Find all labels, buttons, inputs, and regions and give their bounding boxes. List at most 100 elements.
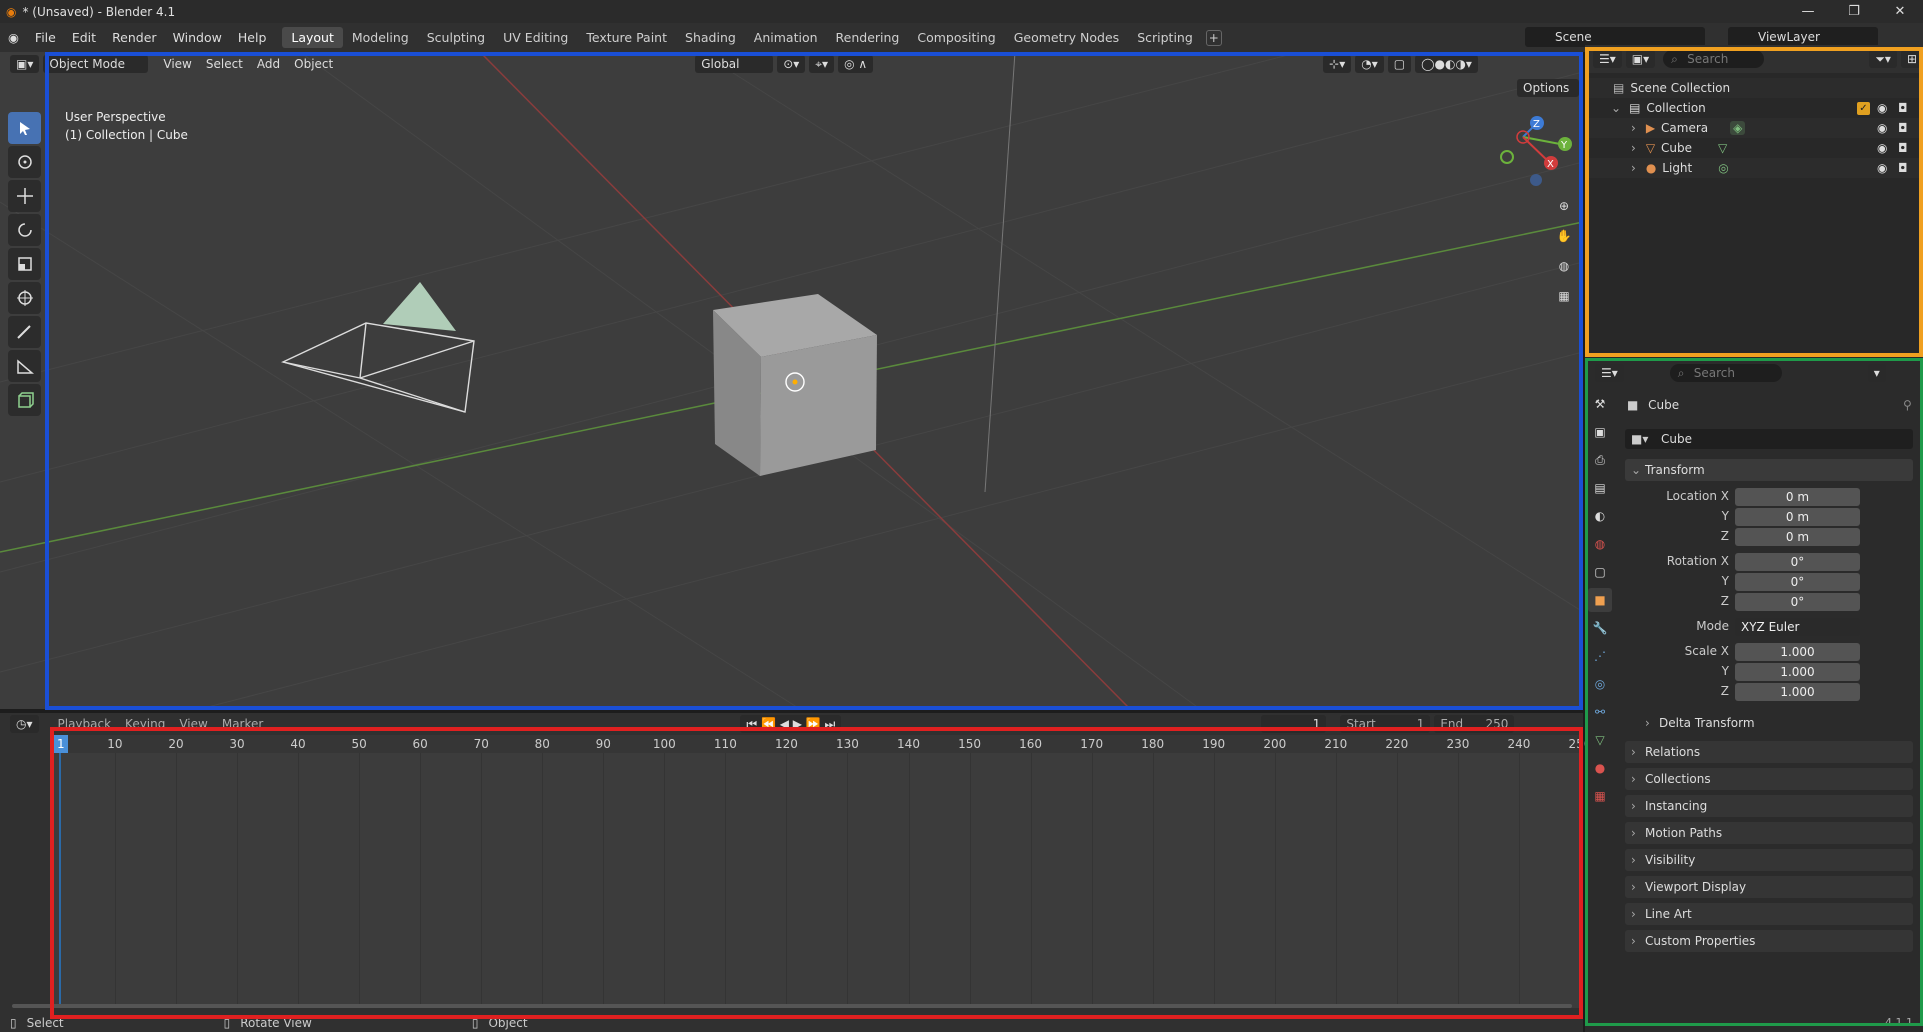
add-workspace-button[interactable]: + (1205, 29, 1222, 46)
outliner-editor-type-icon[interactable]: ☰▾ (1593, 50, 1622, 68)
line-art-panel[interactable]: › Line Art (1625, 903, 1913, 925)
proportional-edit-icon[interactable]: ◎ ∧ (838, 55, 874, 73)
instancing-panel[interactable]: › Instancing (1625, 795, 1913, 817)
end-frame-field[interactable]: End 250 (1434, 715, 1515, 733)
tool-tab-icon[interactable]: ⚒ (1588, 392, 1612, 416)
frame-ruler[interactable]: 1 10 20 30 40 50 60 70 80 90 100 110 120 130 140 150 16… (50, 735, 1591, 753)
scale-z-field[interactable]: 1.000 (1735, 683, 1860, 701)
data-tab-icon[interactable]: ▽ (1588, 728, 1612, 752)
pivot-icon[interactable]: ⊙▾ (777, 55, 806, 73)
menu-edit[interactable]: Edit (64, 30, 104, 45)
custom-properties-panel[interactable]: › Custom Properties (1625, 930, 1913, 952)
menu-window[interactable]: Window (165, 30, 230, 45)
3d-viewport[interactable]: Z Y X ▣▾ Object Mode View Select Add Obj… (0, 52, 1583, 709)
visibility-eye-icon[interactable]: ◉ (1877, 121, 1887, 135)
cursor-tool-icon[interactable] (8, 146, 41, 178)
transform-orientation-dropdown[interactable]: Global (695, 55, 774, 73)
timeline-scrollbar[interactable] (12, 1004, 1572, 1008)
current-frame-field[interactable]: 1 (1261, 715, 1327, 733)
collections-panel[interactable]: › Collections (1625, 768, 1913, 790)
pin-icon[interactable]: ⚲ (1903, 398, 1912, 412)
rotation-mode-dropdown[interactable]: XYZ Euler (1735, 618, 1860, 636)
motion-paths-panel[interactable]: › Motion Paths (1625, 822, 1913, 844)
tab-texture-paint[interactable]: Texture Paint (577, 27, 676, 48)
object-mode-dropdown[interactable]: Object Mode (43, 55, 149, 73)
view-layer-selector[interactable]: ViewLayer (1728, 27, 1878, 47)
viewport-menu-add[interactable]: Add (250, 57, 287, 71)
object-tab-icon[interactable]: ■ (1588, 588, 1612, 612)
timeline-editor[interactable]: ◷▾ Playback Keying View Marker ⏮ ⏪ ◀ ▶ ⏩… (0, 713, 1591, 1013)
menu-file[interactable]: File (27, 30, 64, 45)
viewport-menu-object[interactable]: Object (287, 57, 340, 71)
viewport-menu-select[interactable]: Select (199, 57, 250, 71)
properties-editor[interactable]: ☰▾ ⌕ Search ▾ ⚒ ▣ ⎙ ▤ ◐ ◍ ▢ ■ 🔧 ⋰ ◎ ⚯ ▽ ●… (1585, 360, 1923, 1032)
outliner-row-collection[interactable]: ⌄ ▤ Collection ✓ ◉ ◘ (1585, 98, 1923, 118)
timeline-menu-view[interactable]: View (172, 717, 214, 731)
exclude-checkbox-icon[interactable]: ✓ (1857, 101, 1870, 115)
editor-type-button[interactable]: ▣▾ (10, 55, 40, 73)
tab-shading[interactable]: Shading (676, 27, 745, 48)
timeline-editor-type-icon[interactable]: ◷▾ (10, 715, 39, 733)
tab-modeling[interactable]: Modeling (343, 27, 418, 48)
render-camera-icon[interactable]: ◘ (1898, 141, 1908, 155)
expand-arrow-icon[interactable]: › (1631, 141, 1636, 155)
transform-panel-header[interactable]: ⌄ Transform (1625, 459, 1913, 481)
visibility-eye-icon[interactable]: ◉ (1877, 161, 1887, 175)
expand-arrow-icon[interactable]: › (1631, 161, 1636, 175)
tab-scripting[interactable]: Scripting (1128, 27, 1202, 48)
rotation-y-field[interactable]: 0° (1735, 573, 1860, 591)
add-cube-tool-icon[interactable] (8, 384, 41, 416)
menu-help[interactable]: Help (230, 30, 275, 45)
physics-tab-icon[interactable]: ◎ (1588, 672, 1612, 696)
world-tab-icon[interactable]: ◍ (1588, 532, 1612, 556)
visibility-eye-icon[interactable]: ◉ (1877, 101, 1887, 115)
gizmo-toggle-icon[interactable]: ⊹▾ (1323, 55, 1352, 73)
properties-options-icon[interactable]: ▾ (1867, 364, 1886, 382)
menu-render[interactable]: Render (104, 30, 165, 45)
select-box-tool-icon[interactable] (8, 112, 41, 144)
tab-layout[interactable]: Layout (282, 27, 343, 48)
start-frame-label[interactable]: Start 1 (1340, 715, 1431, 733)
display-mode-icon[interactable]: ▣▾ (1625, 50, 1656, 68)
properties-editor-type-icon[interactable]: ☰▾ (1595, 364, 1624, 382)
scale-x-field[interactable]: 1.000 (1735, 643, 1860, 661)
annotate-tool-icon[interactable] (8, 316, 41, 348)
modifier-tab-icon[interactable]: 🔧 (1588, 616, 1612, 640)
tab-rendering[interactable]: Rendering (827, 27, 909, 48)
viewport-menu-view[interactable]: View (156, 57, 198, 71)
playback-controls[interactable]: ⏮ ⏪ ◀ ▶ ⏩ ⏭ (740, 715, 842, 733)
tab-uv-editing[interactable]: UV Editing (494, 27, 577, 48)
properties-search-input[interactable]: ⌕ Search (1669, 364, 1782, 382)
rotation-z-field[interactable]: 0° (1735, 593, 1860, 611)
blender-menu-icon[interactable]: ◉ (0, 30, 27, 45)
particles-tab-icon[interactable]: ⋰ (1588, 644, 1612, 668)
maximize-icon[interactable]: ❐ (1831, 0, 1877, 23)
timeline-menu-playback[interactable]: Playback (51, 717, 119, 731)
tab-sculpting[interactable]: Sculpting (418, 27, 494, 48)
snap-icon[interactable]: ⌖▾ (809, 55, 835, 73)
collapse-arrow-icon[interactable]: ⌄ (1611, 101, 1621, 115)
render-camera-icon[interactable]: ◘ (1898, 101, 1908, 115)
render-camera-icon[interactable]: ◘ (1898, 161, 1908, 175)
visibility-eye-icon[interactable]: ◉ (1877, 141, 1887, 155)
scale-tool-icon[interactable] (8, 248, 41, 280)
measure-tool-icon[interactable] (8, 350, 41, 382)
scene-selector[interactable]: Scene (1525, 27, 1705, 47)
timeline-track-area[interactable] (50, 753, 1583, 1008)
outliner-row-light[interactable]: › ● Light ◎ ◉ ◘ (1585, 158, 1923, 178)
scale-y-field[interactable]: 1.000 (1735, 663, 1860, 681)
new-collection-icon[interactable]: ⊞ (1900, 50, 1923, 68)
camera-view-icon[interactable]: ◍ (1552, 254, 1576, 278)
view-layer-tab-icon[interactable]: ▤ (1588, 476, 1612, 500)
outliner-search-input[interactable]: ⌕ Search (1663, 50, 1765, 68)
render-tab-icon[interactable]: ▣ (1588, 420, 1612, 444)
pan-hand-icon[interactable]: ✋ (1552, 224, 1576, 248)
close-icon[interactable]: ✕ (1877, 0, 1923, 23)
location-z-field[interactable]: 0 m (1735, 528, 1860, 546)
texture-tab-icon[interactable]: ▦ (1588, 784, 1612, 808)
tab-geometry-nodes[interactable]: Geometry Nodes (1005, 27, 1128, 48)
outliner-editor[interactable]: ☰▾ ▣▾ ⌕ Search ⏷▾ ⊞ ▤ Scene Collection ⌄ … (1585, 45, 1923, 358)
relations-panel[interactable]: › Relations (1625, 741, 1913, 763)
timeline-menu-marker[interactable]: Marker (215, 717, 270, 731)
render-camera-icon[interactable]: ◘ (1898, 121, 1908, 135)
